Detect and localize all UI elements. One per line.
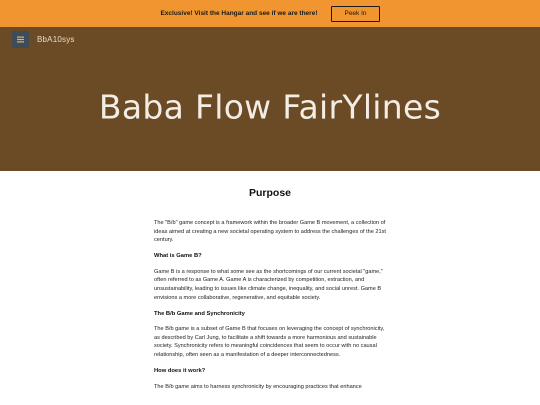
brand[interactable]: BbA10sys <box>12 31 75 48</box>
hero-title: Baba Flow FairYlines <box>98 87 442 127</box>
paragraph-intro: The "B/b" game concept is a framework wi… <box>154 220 386 244</box>
paragraph-how-it-works: The B/b game aims to harness synchronici… <box>154 383 362 390</box>
subheading-how-it-works: How does it work? <box>154 368 206 375</box>
promo-text: Exclusive! Visit the Hangar and see if w… <box>160 10 318 17</box>
paragraph-game-b: Game B is a response to what some see as… <box>154 268 383 301</box>
peek-in-button[interactable]: Peek In <box>331 5 380 22</box>
hero-banner: BbA10sys Baba Flow FairYlines <box>0 27 540 171</box>
menu-lines-icon[interactable] <box>12 31 29 48</box>
subheading-synchronicity: The B/b Game and Synchronicity <box>154 310 245 317</box>
subheading-what-is-game-b: What is Game B? <box>154 253 202 260</box>
brand-name[interactable]: BbA10sys <box>37 35 75 44</box>
promo-bar: Exclusive! Visit the Hangar and see if w… <box>0 0 540 27</box>
paragraph-synchronicity: The B/b game is a subset of Game B that … <box>154 326 385 358</box>
main-content: Purpose The "B/b" game concept is a fram… <box>0 187 540 391</box>
section-title: Purpose <box>248 187 291 199</box>
